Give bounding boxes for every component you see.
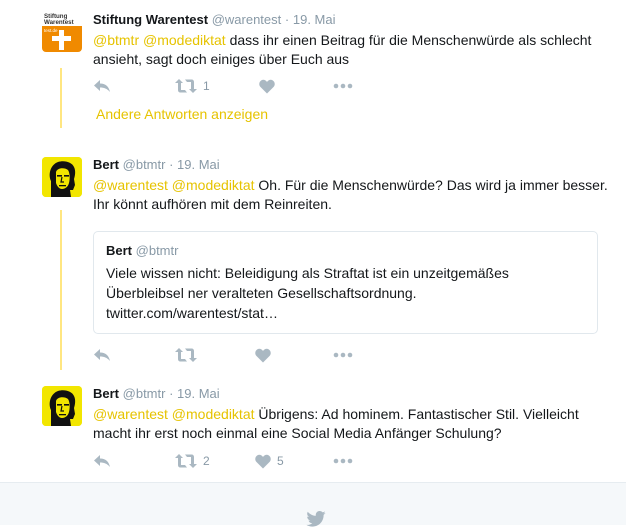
reply-icon bbox=[94, 349, 110, 361]
retweet-icon bbox=[175, 348, 197, 362]
reply-button[interactable] bbox=[93, 451, 111, 471]
tweet-actions: 2 5 bbox=[93, 451, 393, 471]
tweet-text: @btmtr @modediktat dass ihr einen Beitra… bbox=[93, 31, 612, 69]
retweet-button[interactable] bbox=[175, 345, 203, 365]
like-button[interactable] bbox=[255, 345, 271, 365]
embed-footer bbox=[0, 482, 626, 527]
mention-link[interactable]: @btmtr @modediktat bbox=[93, 32, 226, 48]
thread-line bbox=[60, 68, 62, 128]
svg-text:Warentest: Warentest bbox=[44, 19, 74, 26]
retweet-icon bbox=[175, 454, 197, 468]
separator: · bbox=[169, 157, 174, 172]
avatar[interactable]: Stiftung Warentest test.de bbox=[42, 12, 82, 52]
heart-icon bbox=[259, 79, 275, 93]
twitter-bird-icon[interactable] bbox=[306, 511, 326, 527]
heart-icon bbox=[255, 454, 271, 468]
thread-line bbox=[60, 210, 62, 370]
like-button[interactable]: 5 bbox=[255, 451, 284, 471]
reply-icon bbox=[94, 80, 110, 92]
retweet-icon bbox=[175, 79, 197, 93]
reply-icon bbox=[94, 455, 110, 467]
retweet-count: 1 bbox=[203, 79, 210, 93]
quoted-handle: @btmtr bbox=[135, 243, 179, 258]
avatar[interactable] bbox=[42, 157, 82, 197]
retweet-button[interactable]: 1 bbox=[175, 76, 210, 96]
display-name[interactable]: Bert bbox=[93, 157, 119, 172]
more-icon bbox=[333, 458, 353, 464]
like-button[interactable] bbox=[259, 76, 275, 96]
more-button[interactable] bbox=[333, 451, 353, 471]
tweet-text: @warentest @modediktat Übrigens: Ad homi… bbox=[93, 405, 612, 443]
retweet-count: 2 bbox=[203, 454, 210, 468]
tweet-actions: 1 bbox=[93, 76, 393, 96]
tweet-actions bbox=[93, 345, 393, 365]
tweet-timestamp[interactable]: 19. Mai bbox=[177, 386, 220, 401]
display-name[interactable]: Bert bbox=[93, 386, 119, 401]
user-handle[interactable]: @btmtr bbox=[123, 157, 166, 172]
more-icon bbox=[333, 83, 353, 89]
separator: · bbox=[169, 386, 174, 401]
quoted-tweet[interactable]: Bert @btmtr Viele wissen nicht: Beleidig… bbox=[93, 231, 598, 334]
reply-button[interactable] bbox=[93, 76, 111, 96]
more-replies-link[interactable]: Andere Antworten anzeigen bbox=[96, 106, 268, 122]
quoted-text: Viele wissen nicht: Beleidigung als Stra… bbox=[106, 265, 509, 301]
bert-face-icon bbox=[42, 157, 82, 197]
display-name[interactable]: Stiftung Warentest bbox=[93, 12, 208, 27]
tweet-timestamp[interactable]: 19. Mai bbox=[177, 157, 220, 172]
tweet-text: @warentest @modediktat Oh. Für die Mensc… bbox=[93, 176, 612, 214]
heart-icon bbox=[255, 348, 271, 362]
stiftung-warentest-logo: Stiftung Warentest test.de bbox=[42, 12, 82, 52]
mention-link[interactable]: @warentest @modediktat bbox=[93, 177, 255, 193]
quoted-link[interactable]: twitter.com/warentest/stat… bbox=[106, 305, 278, 321]
user-handle[interactable]: @warentest bbox=[212, 12, 282, 27]
tweet-timestamp[interactable]: 19. Mai bbox=[293, 12, 336, 27]
bert-face-icon bbox=[42, 386, 82, 426]
quoted-display-name: Bert bbox=[106, 243, 133, 258]
svg-text:test.de: test.de bbox=[44, 28, 58, 33]
like-count: 5 bbox=[277, 454, 284, 468]
avatar[interactable] bbox=[42, 386, 82, 426]
more-button[interactable] bbox=[333, 76, 353, 96]
more-button[interactable] bbox=[333, 345, 353, 365]
reply-button[interactable] bbox=[93, 345, 111, 365]
mention-link[interactable]: @warentest @modediktat bbox=[93, 406, 255, 422]
more-icon bbox=[333, 352, 353, 358]
retweet-button[interactable]: 2 bbox=[175, 451, 210, 471]
separator: · bbox=[284, 12, 290, 27]
user-handle[interactable]: @btmtr bbox=[123, 386, 166, 401]
